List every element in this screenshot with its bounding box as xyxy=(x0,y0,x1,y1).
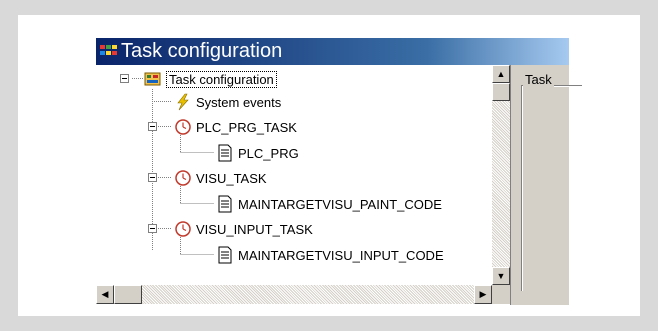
vertical-scrollbar[interactable]: ▲ ▼ xyxy=(492,65,510,285)
clock-icon xyxy=(174,118,192,136)
lightning-icon xyxy=(174,93,192,111)
tree-item-maintargetvisu-input-code[interactable]: MAINTARGETVISU_INPUT_CODE xyxy=(216,244,444,266)
task-configuration-window: Task configuration Task configuration Sy… xyxy=(96,38,582,305)
tree-item-label: System events xyxy=(196,94,282,110)
clock-icon xyxy=(174,220,192,238)
task-group-box xyxy=(521,85,582,291)
title-bar[interactable]: Task configuration xyxy=(96,38,569,65)
tree-root-task-configuration[interactable]: Task configuration xyxy=(144,68,277,90)
tree-item-label: PLC_PRG xyxy=(238,145,299,161)
task-properties-panel: Task xyxy=(511,65,582,305)
document-icon xyxy=(216,144,234,162)
tree-item-plc-prg-task[interactable]: PLC_PRG_TASK xyxy=(174,116,297,138)
tree-item-label: MAINTARGETVISU_PAINT_CODE xyxy=(238,196,442,212)
clock-icon xyxy=(174,169,192,187)
tree-item-label: VISU_INPUT_TASK xyxy=(196,221,313,237)
horizontal-scroll-thumb[interactable] xyxy=(114,285,142,304)
tree-item-visu-task[interactable]: VISU_TASK xyxy=(174,167,267,189)
window-title: Task configuration xyxy=(121,40,283,62)
scroll-up-button[interactable]: ▲ xyxy=(492,65,510,83)
scroll-right-button[interactable]: ▶ xyxy=(474,285,492,304)
tree-item-label: PLC_PRG_TASK xyxy=(196,119,297,135)
tree-view: Task configuration System events PLC_PRG… xyxy=(96,65,492,285)
tree-item-system-events[interactable]: System events xyxy=(174,91,281,113)
tree-item-plc-prg[interactable]: PLC_PRG xyxy=(216,142,299,164)
tree-item-label: VISU_TASK xyxy=(196,170,267,186)
scrollbar-corner xyxy=(492,285,510,304)
tree-item-label: MAINTARGETVISU_INPUT_CODE xyxy=(238,247,444,263)
horizontal-scrollbar[interactable]: ◀ ▶ xyxy=(96,285,492,304)
tree-root-label: Task configuration xyxy=(166,70,277,88)
document-icon xyxy=(216,195,234,213)
tree-item-visu-input-task[interactable]: VISU_INPUT_TASK xyxy=(174,218,313,240)
scroll-down-button[interactable]: ▼ xyxy=(492,267,510,285)
task-tree-panel: Task configuration System events PLC_PRG… xyxy=(96,65,511,305)
task-config-icon xyxy=(144,70,162,88)
vertical-scroll-thumb[interactable] xyxy=(492,83,510,101)
document-icon xyxy=(216,246,234,264)
tree-item-maintargetvisu-paint-code[interactable]: MAINTARGETVISU_PAINT_CODE xyxy=(216,193,442,215)
scroll-left-button[interactable]: ◀ xyxy=(96,285,114,304)
task-group-label: Task xyxy=(523,72,554,87)
app-icon xyxy=(100,43,118,59)
